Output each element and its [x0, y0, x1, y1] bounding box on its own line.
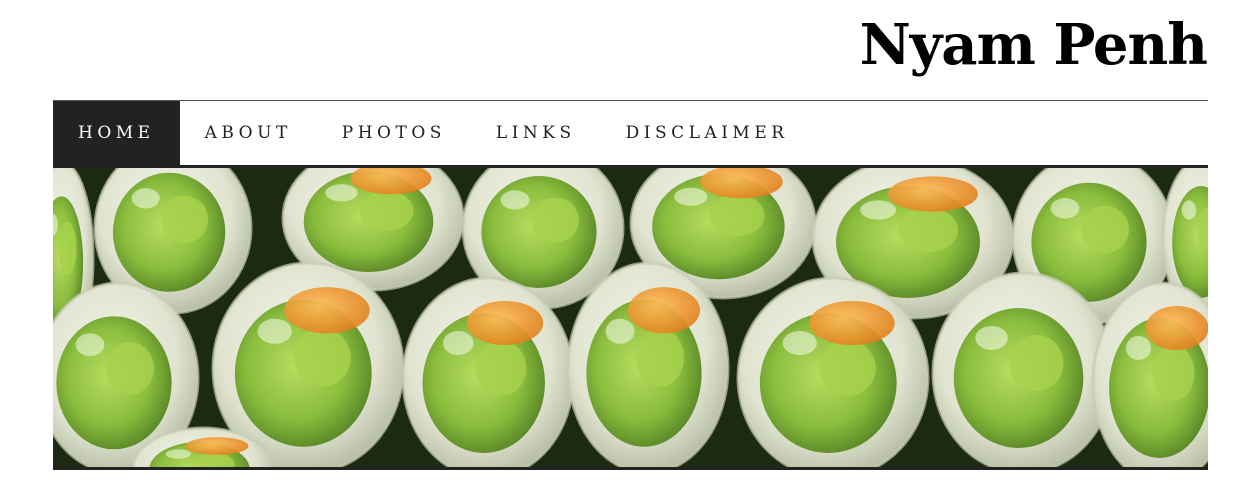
- spring-roll: [736, 276, 930, 467]
- spring-roll: [401, 276, 575, 467]
- site-title[interactable]: Nyam Penh: [860, 12, 1208, 78]
- spring-rolls-photo: [53, 168, 1208, 467]
- nav-item-home[interactable]: HOME: [53, 101, 180, 165]
- spring-roll: [566, 261, 730, 467]
- banner-bottom-divider: [53, 467, 1208, 470]
- header-banner-image: [53, 168, 1208, 467]
- spring-roll: [931, 271, 1115, 467]
- nav-item-photos[interactable]: PHOTOS: [317, 101, 471, 165]
- main-nav: HOME ABOUT PHOTOS LINKS DISCLAIMER: [53, 101, 1208, 165]
- nav-item-about[interactable]: ABOUT: [180, 101, 317, 165]
- page: Nyam Penh HOME ABOUT PHOTOS LINKS DISCLA…: [0, 0, 1254, 499]
- nav-item-links[interactable]: LINKS: [471, 101, 601, 165]
- nav-item-disclaimer[interactable]: DISCLAIMER: [601, 101, 814, 165]
